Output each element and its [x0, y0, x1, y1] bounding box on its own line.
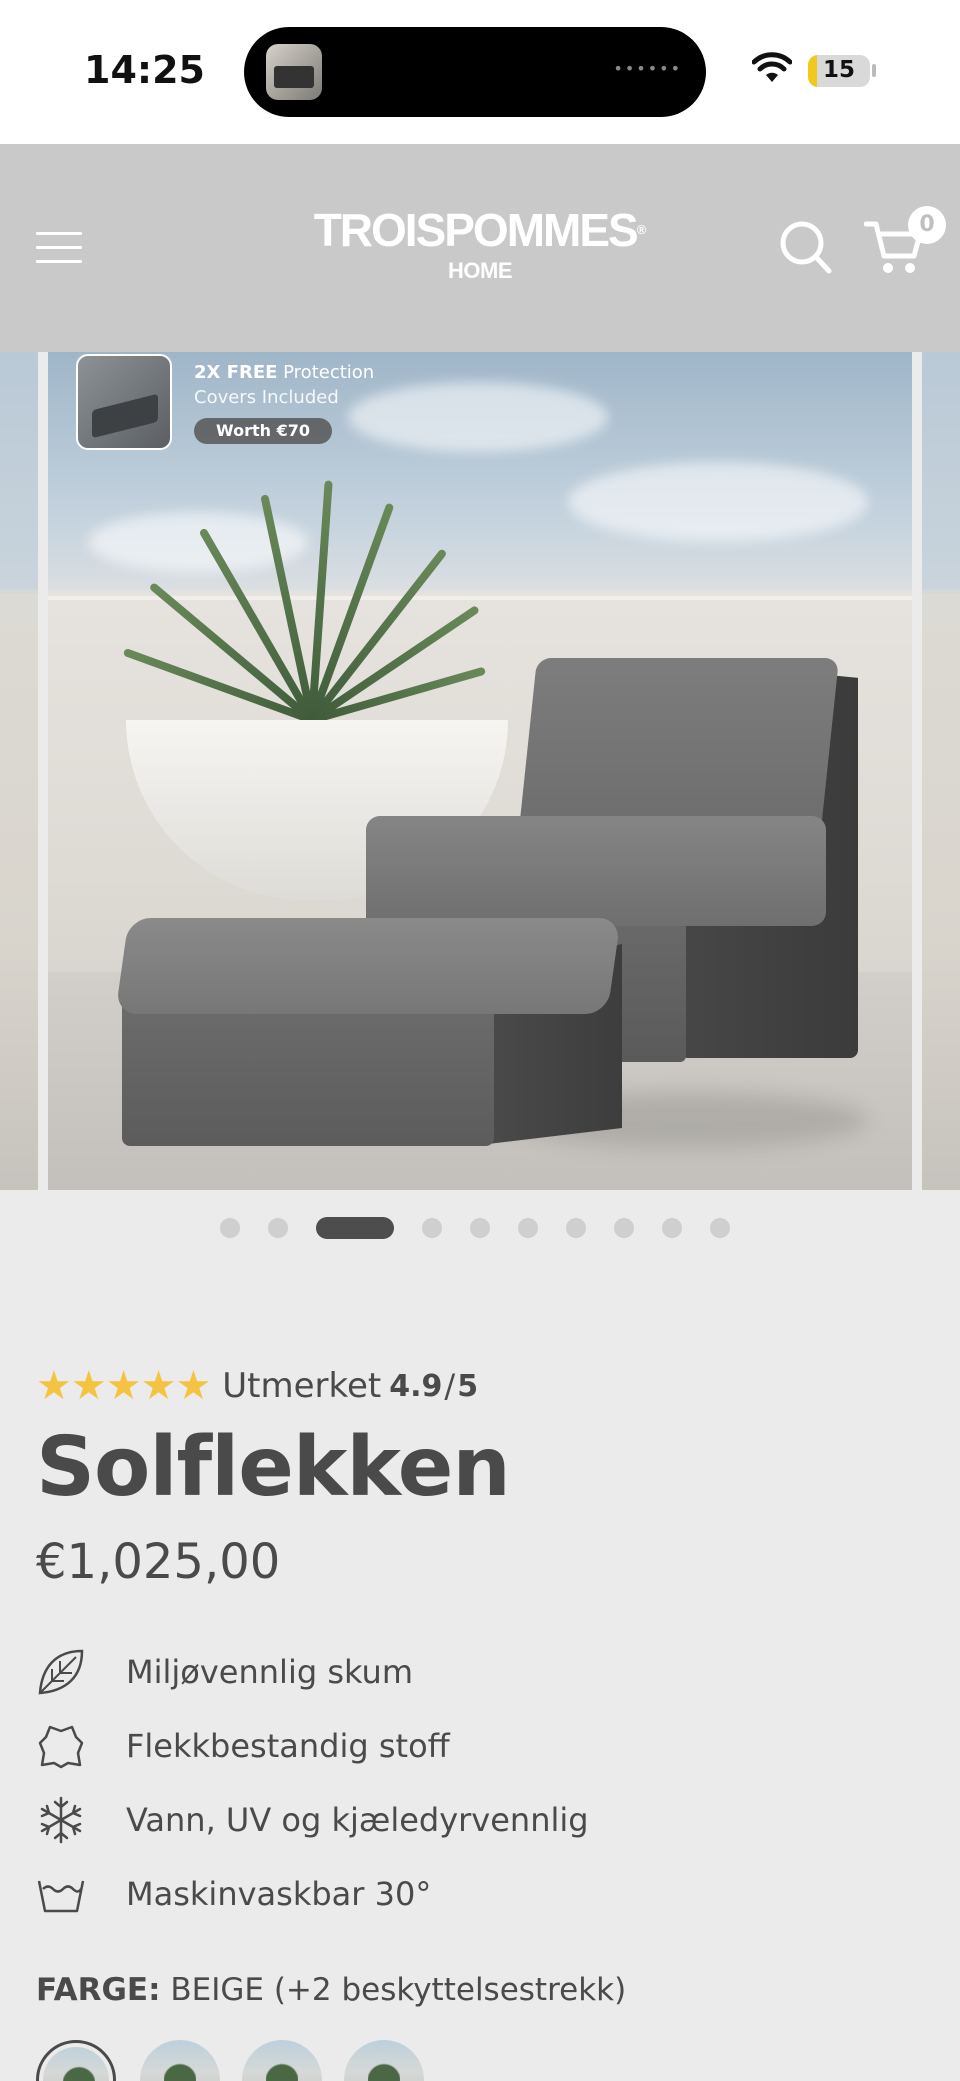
carousel-dot[interactable]: [518, 1218, 538, 1238]
carousel-dot[interactable]: [566, 1218, 586, 1238]
dynamic-island[interactable]: ••••••: [244, 27, 706, 117]
now-playing-artwork: [266, 44, 322, 100]
promo-line-1: 2X FREE Protection: [194, 360, 374, 385]
carousel-dot[interactable]: [422, 1218, 442, 1238]
carousel-dot[interactable]: [470, 1218, 490, 1238]
wifi-icon: [752, 52, 792, 82]
feature-item: Flekkbestandig stoff: [36, 1724, 450, 1769]
feature-label: Miljøvennlig skum: [126, 1653, 413, 1691]
carousel-pagination: [0, 1216, 960, 1239]
product-image-carousel[interactable]: 2X FREE Protection Covers Included Worth…: [0, 352, 960, 1190]
search-icon[interactable]: [778, 218, 834, 278]
promo-rest: Protection: [277, 362, 375, 383]
logo-subtitle: HOME: [448, 258, 513, 283]
color-label: FARGE:: [36, 1972, 161, 2008]
wall-edge: [48, 596, 912, 600]
status-time: 14:25: [84, 48, 205, 92]
promo-text: 2X FREE Protection Covers Included: [194, 360, 374, 410]
wash-icon: [37, 1880, 85, 1913]
protection-cover-thumbnail: [76, 354, 172, 450]
chair-seat: [366, 816, 826, 926]
rating-max: 5: [457, 1368, 479, 1404]
leaf-icon: [38, 1649, 84, 1695]
snowflake-icon: [40, 1796, 82, 1844]
feature-item: Maskinvaskbar 30°: [36, 1872, 431, 1916]
next-slide-peek[interactable]: [922, 352, 960, 1190]
feature-label: Maskinvaskbar 30°: [126, 1875, 432, 1913]
rating-separator: /: [444, 1367, 456, 1405]
leaf: [122, 647, 314, 724]
logo-registered-mark: ®: [636, 222, 647, 237]
fabric-icon: [38, 1725, 84, 1769]
menu-icon: [36, 232, 82, 235]
menu-icon-line: [36, 246, 82, 249]
status-bar: 14:25 •••••• 15: [0, 0, 960, 144]
carousel-dot[interactable]: [662, 1218, 682, 1238]
carousel-dot[interactable]: [220, 1218, 240, 1238]
leaf: [310, 666, 487, 724]
color-value: BEIGE (+2 beskyttelsestrekk): [170, 1972, 627, 2008]
color-selector-label: FARGE: BEIGE (+2 beskyttelsestrekk): [36, 1972, 626, 2008]
rating-label: Utmerket: [222, 1366, 382, 1406]
rating-summary[interactable]: ★★★★★ Utmerket 4.9 / 5: [36, 1363, 479, 1409]
carousel-dot[interactable]: [710, 1218, 730, 1238]
rating-value: 4.9: [389, 1368, 443, 1404]
carousel-dot[interactable]: [614, 1218, 634, 1238]
site-header: TROISPOMMES® HOME 0: [0, 144, 960, 352]
menu-icon-line: [36, 260, 82, 263]
feature-item: Vann, UV og kjæledyrvennlig: [36, 1796, 589, 1844]
color-swatch[interactable]: [140, 2040, 220, 2081]
color-swatch-beige[interactable]: [36, 2040, 116, 2081]
audio-waveform-icon: ••••••: [613, 59, 682, 78]
color-swatch[interactable]: [344, 2040, 424, 2081]
promo-line-2: Covers Included: [194, 387, 339, 408]
site-logo[interactable]: TROISPOMMES® HOME: [300, 206, 660, 284]
promo-bold: 2X FREE: [194, 362, 278, 383]
feature-label: Flekkbestandig stoff: [126, 1727, 450, 1765]
logo-main-text: TROISPOMMES: [313, 204, 639, 256]
cloud: [568, 462, 868, 542]
product-price: €1,025,00: [36, 1534, 281, 1590]
product-image[interactable]: 2X FREE Protection Covers Included Worth…: [48, 352, 912, 1190]
star-rating-icon: ★★★★★: [36, 1363, 211, 1409]
battery-level: 15: [822, 57, 855, 83]
cart-count-badge: 0: [908, 206, 946, 244]
color-swatch[interactable]: [242, 2040, 322, 2081]
menu-button[interactable]: [36, 232, 82, 266]
battery-indicator: 15: [808, 55, 870, 87]
carousel-dot[interactable]: [268, 1218, 288, 1238]
promo-worth-badge: Worth €70: [194, 418, 332, 444]
battery-cap: [872, 64, 876, 77]
feature-item: Miljøvennlig skum: [36, 1649, 413, 1695]
cloud: [348, 382, 608, 452]
logo-wordmark: TROISPOMMES®: [300, 206, 660, 254]
previous-slide-peek[interactable]: [0, 352, 38, 1190]
product-title: Solflekken: [36, 1420, 511, 1515]
ottoman-top: [115, 918, 621, 1014]
carousel-dot-active[interactable]: [316, 1217, 394, 1239]
feature-label: Vann, UV og kjæledyrvennlig: [126, 1801, 589, 1839]
